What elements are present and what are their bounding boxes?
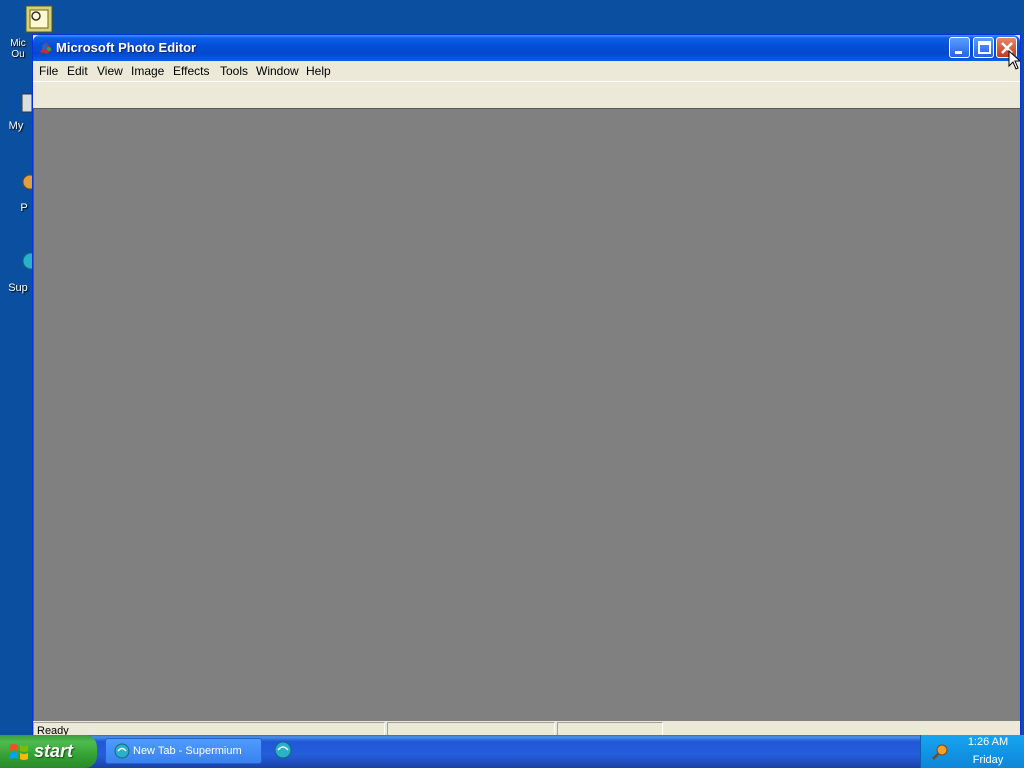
minimize-button[interactable] xyxy=(949,37,970,58)
window-title: Microsoft Photo Editor xyxy=(56,40,197,55)
menu-tools[interactable]: Tools xyxy=(220,64,248,78)
status-pane-2 xyxy=(387,722,555,736)
minimize-icon xyxy=(955,51,962,54)
toolbar xyxy=(33,81,1020,109)
start-button[interactable]: start xyxy=(0,735,97,768)
clock-time[interactable]: 1:26 AM xyxy=(955,736,1021,748)
tray-search-icon[interactable] xyxy=(931,743,949,761)
outlook-icon xyxy=(25,5,53,33)
start-label: start xyxy=(34,741,74,761)
maximize-button[interactable] xyxy=(973,37,994,58)
menu-file[interactable]: File xyxy=(39,64,58,78)
my-computer-icon xyxy=(22,93,32,113)
taskbar-item-supermium[interactable]: New Tab - Supermium xyxy=(105,738,262,764)
status-pane-main: Ready xyxy=(33,722,385,737)
maximize-icon xyxy=(978,41,991,54)
menu-view[interactable]: View xyxy=(97,64,123,78)
menu-window[interactable]: Window xyxy=(256,64,299,78)
supermium-icon xyxy=(114,743,130,759)
windows-logo-icon xyxy=(10,744,28,760)
menu-edit[interactable]: Edit xyxy=(67,64,88,78)
system-tray: 1:26 AM Friday xyxy=(920,735,1024,768)
taskbar: start New Tab - Supermium 1:26 AM Friday xyxy=(0,735,1024,768)
title-bar[interactable]: Microsoft Photo Editor xyxy=(33,35,1020,61)
program-icon xyxy=(22,174,32,190)
supermium-icon xyxy=(22,252,32,270)
clock-day: Friday xyxy=(972,754,1004,766)
photo-editor-window: Microsoft Photo Editor File Edit View Im… xyxy=(32,34,1021,738)
menu-bar: File Edit View Image Effects Tools Windo… xyxy=(33,61,1020,81)
menu-image[interactable]: Image xyxy=(131,64,164,78)
status-pane-3 xyxy=(557,722,663,736)
mouse-cursor-icon xyxy=(1008,50,1020,70)
menu-help[interactable]: Help xyxy=(306,64,331,78)
photo-editor-app-icon xyxy=(40,42,52,54)
quick-launch-supermium-icon[interactable] xyxy=(274,741,292,759)
menu-effects[interactable]: Effects xyxy=(173,64,209,78)
image-workspace[interactable] xyxy=(33,108,1020,721)
taskbar-item-label: New Tab - Supermium xyxy=(133,745,242,757)
